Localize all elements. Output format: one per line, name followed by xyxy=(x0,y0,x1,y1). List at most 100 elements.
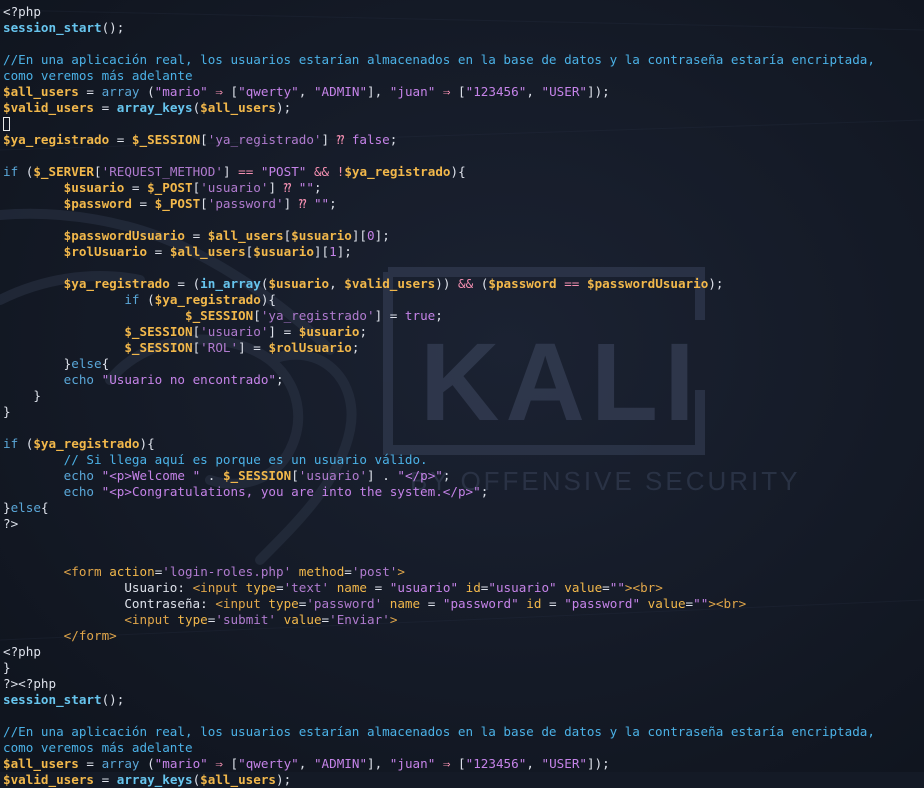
code-line[interactable]: session_start(); xyxy=(3,692,924,708)
code-line[interactable]: } xyxy=(3,660,924,676)
code-line[interactable] xyxy=(3,420,924,436)
code-token: $password xyxy=(63,196,132,211)
code-token: [ xyxy=(222,84,239,99)
code-line[interactable]: $usuario = $_POST['usuario'] ⁇ ""; xyxy=(3,180,924,196)
code-line[interactable]: $ya_registrado = (in_array ($usuario, $va… xyxy=(3,276,924,292)
code-token: array xyxy=(101,756,140,771)
code-token: if xyxy=(3,164,19,179)
code-line[interactable]: $rolUsuario = $all_users[$usuario][1]; xyxy=(3,244,924,260)
code-token: $all_users xyxy=(200,772,276,787)
code-token: else xyxy=(10,500,41,515)
code-token: $valid_users xyxy=(3,772,94,787)
code-line[interactable] xyxy=(3,116,924,132)
code-line[interactable]: if ($ya_registrado){ xyxy=(3,292,924,308)
code-editor[interactable]: <?php session_start();//En una aplicación… xyxy=(3,4,924,788)
code-line[interactable]: $password = $_POST['password'] ⁇ ""; xyxy=(3,196,924,212)
code-line[interactable] xyxy=(3,212,924,228)
code-token: ⇒ xyxy=(215,84,223,99)
code-token: = xyxy=(109,132,132,147)
code-token: ]); xyxy=(586,756,610,771)
code-token: 'password' xyxy=(207,196,284,211)
code-line[interactable]: //En una aplicación real, los usuarios e… xyxy=(3,724,924,740)
code-token: = xyxy=(131,196,155,211)
code-token: $ya_registrado xyxy=(154,292,261,307)
code-line[interactable]: $valid_users = array_keys($all_users); xyxy=(3,100,924,116)
code-line[interactable]: $valid_users = array_keys($all_users); xyxy=(3,772,924,788)
code-line[interactable]: $all_users = array ("mario" ⇒ ["qwerty",… xyxy=(3,84,924,100)
code-line[interactable]: <form action='login-roles.php' method='p… xyxy=(3,564,924,580)
code-line[interactable]: echo "<p>Welcome " . $_SESSION['usuario'… xyxy=(3,468,924,484)
code-line[interactable]: $_SESSION['ya_registrado'] = true; xyxy=(3,308,924,324)
code-token: "juan" xyxy=(389,756,436,771)
code-line[interactable]: <input type='submit' value='Enviar'> xyxy=(3,612,924,628)
code-token: "" xyxy=(313,196,330,211)
code-token: $_SESSION xyxy=(131,132,201,147)
code-line[interactable]: ?> xyxy=(3,516,924,532)
code-line[interactable]: como veremos más adelante xyxy=(3,68,924,84)
code-token: ], xyxy=(367,84,390,99)
code-line[interactable] xyxy=(3,532,924,548)
code-token: ] xyxy=(321,132,337,147)
code-token: ][ xyxy=(351,228,368,243)
code-line[interactable]: Contraseña: <input type='password' name … xyxy=(3,596,924,612)
code-line[interactable] xyxy=(3,548,924,564)
code-line[interactable] xyxy=(3,36,924,52)
code-line[interactable]: $ya_registrado = $_SESSION['ya_registrad… xyxy=(3,132,924,148)
code-line[interactable]: $passwordUsuario = $all_users[$usuario][… xyxy=(3,228,924,244)
code-token: 'ya_registrado' xyxy=(260,308,375,323)
code-line[interactable]: echo "Usuario no encontrado"; xyxy=(3,372,924,388)
code-line[interactable]: session_start(); xyxy=(3,20,924,36)
code-line[interactable]: if ($_SERVER['REQUEST_METHOD'] == "POST"… xyxy=(3,164,924,180)
code-token: 'usuario' xyxy=(298,468,368,483)
code-token: "" xyxy=(609,580,625,595)
code-line[interactable]: }else{ xyxy=(3,356,924,372)
code-token: "password" xyxy=(442,596,519,611)
code-token: ){ xyxy=(139,436,155,451)
code-line[interactable] xyxy=(3,260,924,276)
code-token: "qwerty" xyxy=(238,756,299,771)
code-token: "" xyxy=(298,180,314,195)
code-token: = xyxy=(602,580,610,595)
code-token: ){ xyxy=(260,292,276,307)
code-token: = xyxy=(78,84,102,99)
code-line[interactable]: Usuario: <input type='text' name = "usua… xyxy=(3,580,924,596)
code-token: "usuario" xyxy=(389,580,459,595)
code-token: ] = xyxy=(374,308,405,323)
code-line[interactable]: }else{ xyxy=(3,500,924,516)
code-line[interactable]: // Si llega aquí es porque es un usuario… xyxy=(3,452,924,468)
code-token: Contraseña: xyxy=(3,596,216,611)
code-token: (); xyxy=(101,20,125,35)
code-line[interactable]: <?php xyxy=(3,4,924,20)
code-token: $passwordUsuario xyxy=(63,228,185,243)
code-token: $usuario xyxy=(291,228,352,243)
code-line[interactable]: //En una aplicación real, los usuarios e… xyxy=(3,52,924,68)
code-token: $ya_registrado xyxy=(344,164,451,179)
code-line[interactable]: if ($ya_registrado){ xyxy=(3,436,924,452)
code-token: [ xyxy=(222,756,239,771)
code-line[interactable]: $all_users = array ("mario" ⇒ ["qwerty",… xyxy=(3,756,924,772)
code-line[interactable]: ?><?php xyxy=(3,676,924,692)
code-line[interactable]: } xyxy=(3,404,924,420)
code-line[interactable] xyxy=(3,148,924,164)
code-line[interactable]: <?php xyxy=(3,644,924,660)
code-token: = xyxy=(94,772,117,787)
code-token: $_POST xyxy=(154,196,201,211)
code-line[interactable]: $_SESSION['ROL'] = $rolUsuario; xyxy=(3,340,924,356)
code-line[interactable]: $_SESSION['usuario'] = $usuario; xyxy=(3,324,924,340)
code-token: ] xyxy=(268,180,284,195)
code-line[interactable] xyxy=(3,708,924,724)
code-line[interactable]: </form> xyxy=(3,628,924,644)
code-line[interactable]: como veremos más adelante xyxy=(3,740,924,756)
code-token: echo xyxy=(63,372,95,387)
code-line[interactable]: } xyxy=(3,388,924,404)
code-token: $_SESSION xyxy=(184,308,254,323)
code-token: in_array xyxy=(200,276,261,291)
code-line[interactable]: echo "<p>Congratulations, you are into t… xyxy=(3,484,924,500)
